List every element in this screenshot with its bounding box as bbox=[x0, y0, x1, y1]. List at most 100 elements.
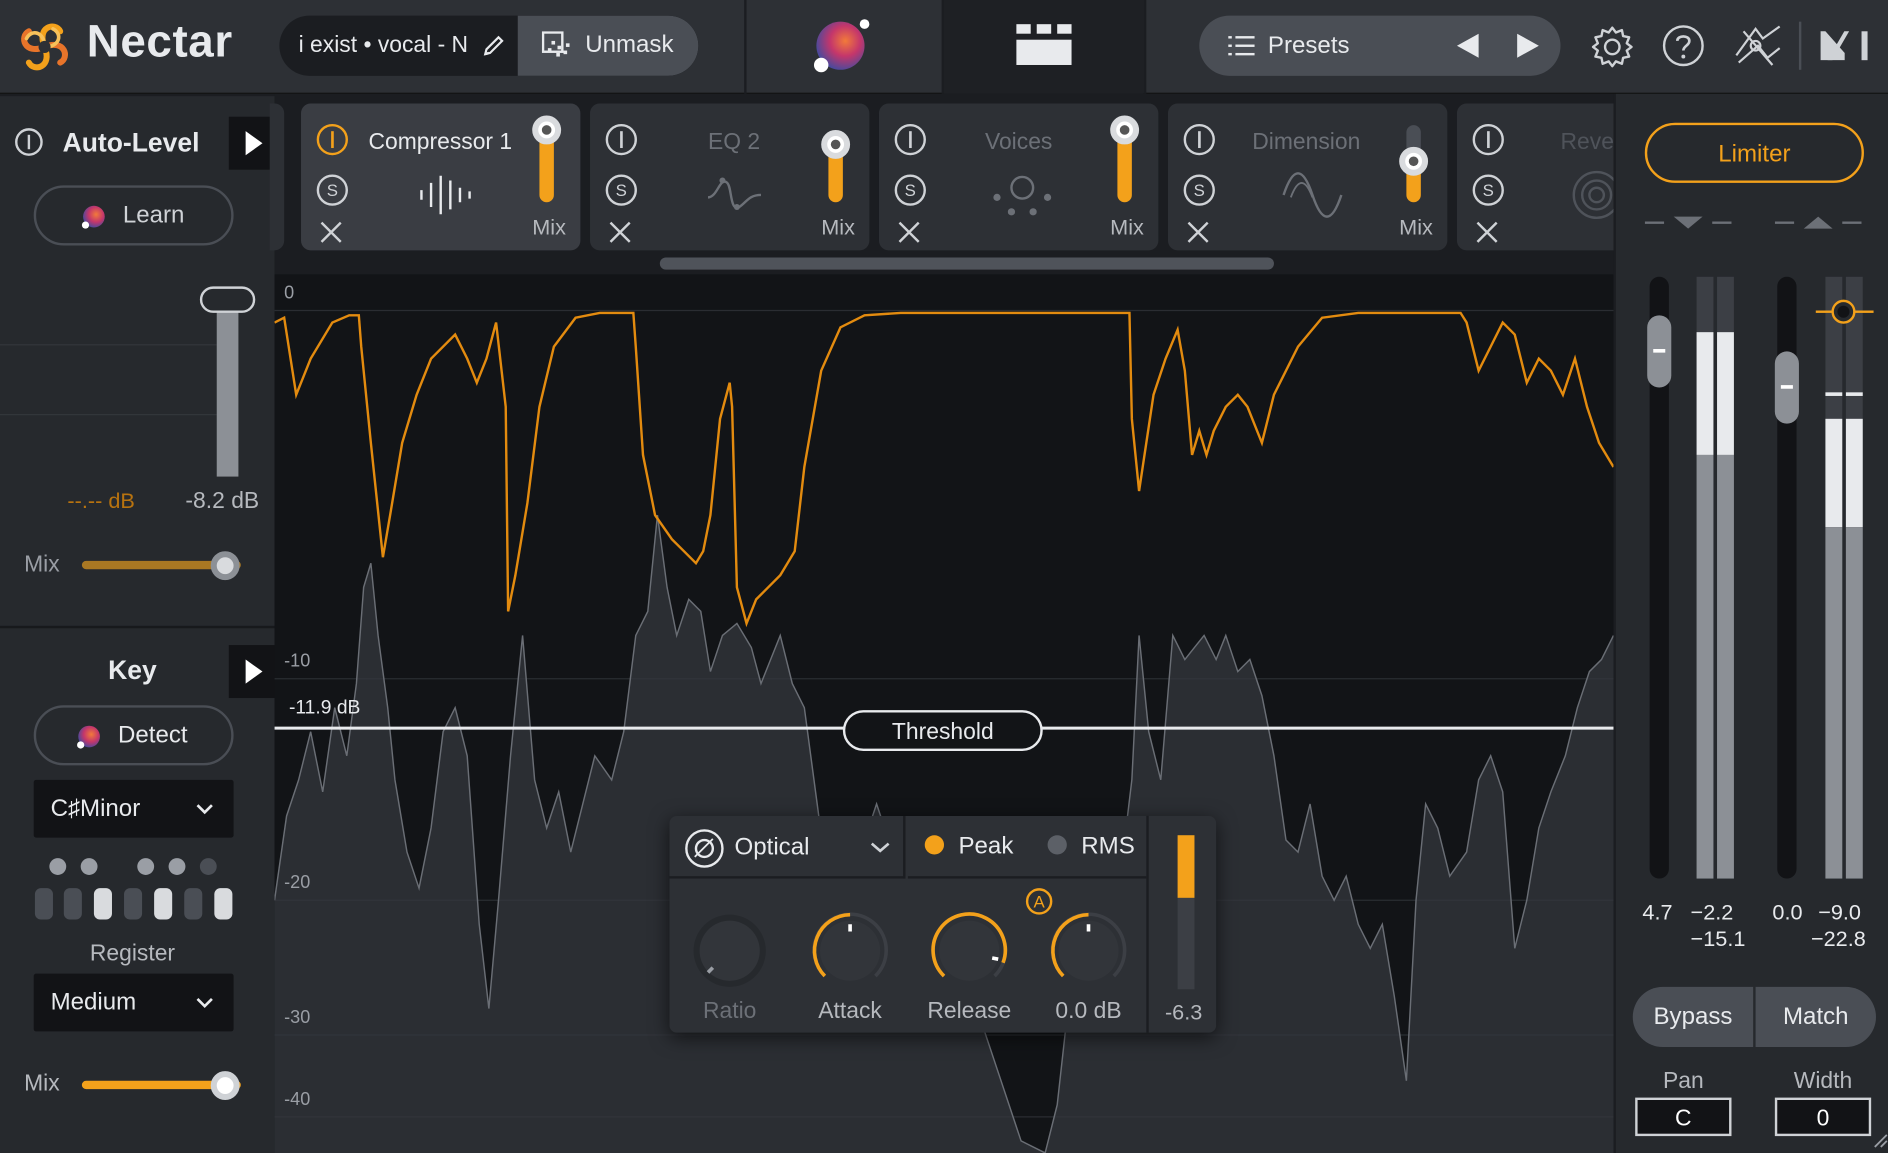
module-remove-icon[interactable] bbox=[318, 219, 344, 245]
width-field[interactable]: 0 bbox=[1774, 1097, 1872, 1137]
input-gain-value: 4.7 bbox=[1642, 900, 1673, 925]
key-expand-button[interactable] bbox=[228, 645, 275, 699]
native-instruments-logo-icon[interactable] bbox=[1818, 26, 1871, 62]
key-select[interactable]: C♯Minor bbox=[33, 779, 234, 838]
key-value: C♯Minor bbox=[50, 795, 141, 822]
auto-level-input-value: --.-- dB bbox=[67, 488, 135, 513]
svg-text:S: S bbox=[1194, 181, 1205, 200]
attack-knob[interactable] bbox=[804, 905, 896, 996]
module-remove-icon[interactable] bbox=[1474, 219, 1500, 245]
ratio-knob[interactable] bbox=[684, 905, 776, 996]
module-offscreen-left bbox=[269, 103, 285, 251]
auto-level-target-handle[interactable] bbox=[199, 286, 256, 313]
right-panel: Limiter 4.7 −2.2 −15.1 0.0 −9.0 −22.8 By… bbox=[1615, 93, 1888, 1153]
pan-label: Pan bbox=[1662, 1068, 1704, 1094]
module-dimension[interactable]: S Dimension Mix bbox=[1167, 103, 1448, 251]
preset-name-field[interactable]: i exist • vocal - N Unmask bbox=[279, 15, 699, 76]
register-select[interactable]: Medium bbox=[33, 973, 234, 1032]
module-power-icon[interactable] bbox=[893, 123, 927, 157]
rms-label[interactable]: RMS bbox=[1081, 833, 1135, 861]
limiter-ceiling-handle[interactable] bbox=[1831, 299, 1856, 324]
attack-label: Attack bbox=[818, 998, 882, 1025]
module-mix-label: Mix bbox=[1399, 215, 1433, 240]
module-remove-icon[interactable] bbox=[1185, 219, 1211, 245]
module-remove-icon[interactable] bbox=[896, 219, 922, 245]
svg-text:S: S bbox=[1483, 181, 1494, 200]
module-mix-label: Mix bbox=[532, 215, 566, 240]
output-rms-value: −22.8 bbox=[1810, 926, 1866, 951]
input-meter-left bbox=[1696, 276, 1714, 879]
compressor-icon bbox=[417, 171, 475, 219]
list-icon[interactable] bbox=[1228, 35, 1255, 57]
unmask-button[interactable]: Unmask bbox=[517, 15, 699, 76]
module-chain-scrollbar[interactable] bbox=[659, 257, 1274, 270]
next-preset-icon[interactable] bbox=[1515, 32, 1541, 58]
output-gain-handle[interactable] bbox=[1774, 351, 1799, 424]
gear-icon[interactable] bbox=[1589, 24, 1635, 70]
left-panel: Auto-Level Learn --.-- dB -8.2 dB Mix Ke… bbox=[0, 96, 275, 1153]
module-mix-handle[interactable] bbox=[1399, 146, 1429, 176]
ai-orb-icon bbox=[75, 722, 104, 751]
key-mix-handle[interactable] bbox=[210, 1071, 240, 1100]
divider bbox=[744, 0, 747, 94]
peak-radio[interactable] bbox=[924, 835, 945, 855]
module-power-icon[interactable] bbox=[1471, 123, 1505, 157]
module-name: Reverb bbox=[1560, 129, 1614, 156]
input-gain-handle[interactable] bbox=[1647, 315, 1672, 388]
width-value: 0 bbox=[1816, 1106, 1830, 1132]
module-eq-2[interactable]: S EQ 2 Mix bbox=[590, 103, 870, 251]
bypass-button[interactable]: Bypass bbox=[1632, 986, 1754, 1048]
match-button[interactable]: Match bbox=[1755, 986, 1876, 1048]
detect-button[interactable]: Detect bbox=[33, 705, 234, 766]
input-meter-right bbox=[1717, 276, 1734, 879]
top-bar: Nectar i exist • vocal - N Unmask Preset… bbox=[0, 0, 1888, 94]
module-solo-icon[interactable]: S bbox=[604, 173, 638, 207]
auto-level-expand-button[interactable] bbox=[228, 116, 275, 170]
rms-radio[interactable] bbox=[1047, 835, 1067, 855]
presets-button[interactable]: Presets bbox=[1268, 32, 1350, 60]
module-power-icon[interactable] bbox=[1182, 123, 1216, 157]
module-reverb[interactable]: S Reverb bbox=[1456, 103, 1614, 251]
module-mix-handle[interactable] bbox=[532, 115, 562, 145]
limiter-button[interactable]: Limiter bbox=[1644, 122, 1864, 183]
pencil-icon[interactable] bbox=[482, 34, 506, 58]
makeup-gain-knob[interactable] bbox=[1043, 905, 1135, 996]
module-compressor-1[interactable]: S Compressor 1 Mix bbox=[301, 103, 581, 251]
module-solo-icon[interactable]: S bbox=[893, 173, 927, 207]
svg-text:S: S bbox=[327, 181, 338, 200]
module-name: EQ 2 bbox=[708, 129, 761, 156]
module-mix-handle[interactable] bbox=[1110, 115, 1140, 145]
module-solo-icon[interactable]: S bbox=[1182, 173, 1216, 207]
module-remove-icon[interactable] bbox=[607, 219, 633, 245]
module-power-icon[interactable] bbox=[604, 123, 638, 157]
help-icon[interactable] bbox=[1662, 24, 1705, 67]
module-mix-handle[interactable] bbox=[821, 129, 851, 159]
peak-label[interactable]: Peak bbox=[958, 833, 1013, 861]
detect-label: Detect bbox=[118, 722, 188, 749]
module-name: Dimension bbox=[1252, 129, 1361, 156]
learn-button[interactable]: Learn bbox=[33, 185, 234, 246]
module-voices[interactable]: S Voices Mix bbox=[878, 103, 1159, 251]
output-peak-value: −9.0 bbox=[1818, 900, 1861, 925]
module-power-icon[interactable] bbox=[315, 123, 349, 157]
compressor-mode-select[interactable]: Optical bbox=[669, 815, 906, 879]
threshold-value: -11.9 dB bbox=[288, 698, 361, 719]
db-label-20: -20 bbox=[284, 872, 311, 893]
threshold-handle[interactable]: Threshold bbox=[842, 710, 1043, 751]
ozone-link-icon[interactable] bbox=[1731, 22, 1784, 70]
module-solo-icon[interactable]: S bbox=[315, 173, 349, 207]
resize-grip-icon[interactable] bbox=[1871, 1131, 1888, 1148]
auto-level-power-icon[interactable] bbox=[14, 128, 43, 157]
chevron-down-icon bbox=[195, 995, 214, 1009]
release-knob[interactable] bbox=[924, 905, 1016, 996]
optical-mode-icon bbox=[684, 828, 725, 869]
visual-mixer-orb-icon[interactable] bbox=[807, 14, 874, 79]
auto-level-mix-handle[interactable] bbox=[210, 551, 240, 581]
auto-level-mix-label: Mix bbox=[24, 552, 60, 578]
module-solo-icon[interactable]: S bbox=[1471, 173, 1505, 207]
modules-view-icon bbox=[1016, 24, 1072, 65]
assistant-view-button[interactable] bbox=[944, 0, 1144, 94]
previous-preset-icon[interactable] bbox=[1455, 32, 1481, 58]
voices-icon bbox=[990, 171, 1055, 219]
pan-field[interactable]: C bbox=[1635, 1097, 1732, 1137]
